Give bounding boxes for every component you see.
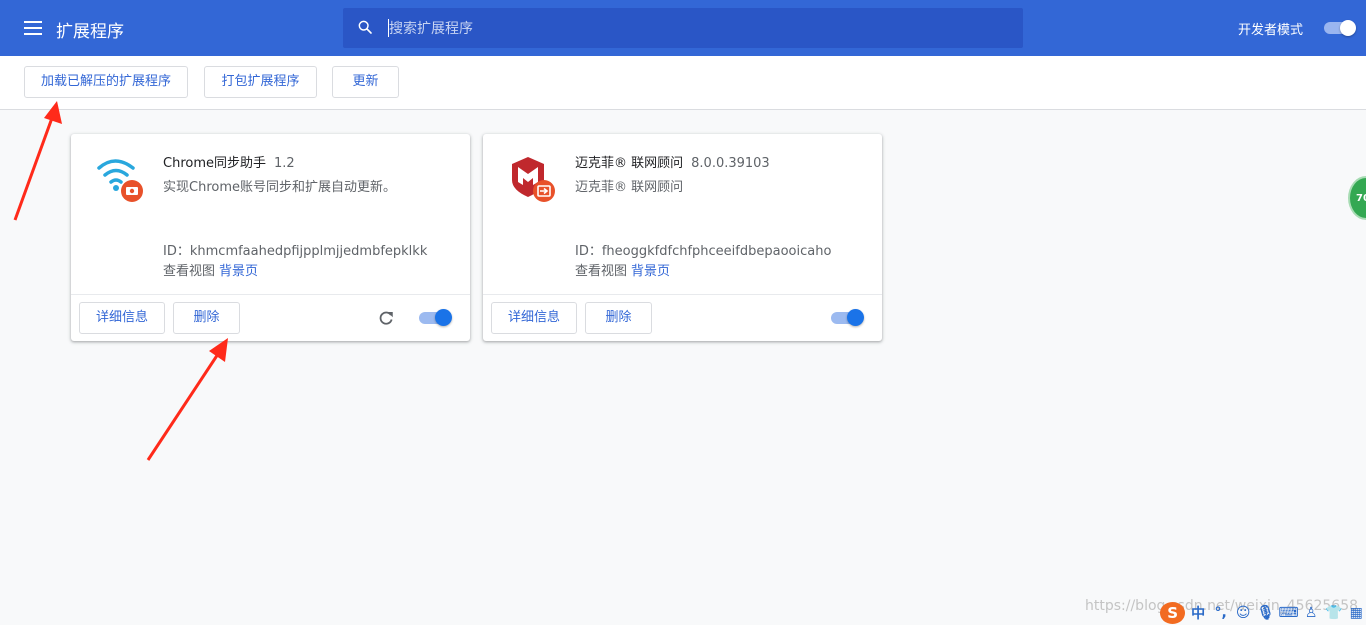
- reload-icon[interactable]: [377, 309, 395, 327]
- top-app-bar: 扩展程序 开发者模式: [0, 0, 1366, 56]
- card-divider: [71, 294, 470, 295]
- page-title: 扩展程序: [56, 22, 124, 42]
- update-button[interactable]: 更新: [332, 66, 399, 98]
- search-input[interactable]: [387, 8, 1011, 50]
- arrow-to-load-unpacked: [13, 101, 62, 221]
- wifi-sync-icon: [97, 159, 143, 202]
- details-button[interactable]: 详细信息: [491, 302, 577, 334]
- sogou-logo-icon[interactable]: S: [1160, 601, 1186, 624]
- developer-mode-toggle[interactable]: [1322, 20, 1356, 36]
- inspect-views: 查看视图 背景页: [163, 264, 259, 279]
- ime-toolbar: S 中 °, ☺ 🎙 ⌨ ♙ 👕 ▦: [1160, 600, 1366, 625]
- inspect-views: 查看视图 背景页: [575, 264, 671, 279]
- extension-id: ID：fheoggkfdfchfphceeifdbepaooicaho: [575, 244, 832, 259]
- details-button[interactable]: 详细信息: [79, 302, 165, 334]
- load-unpacked-button[interactable]: 加载已解压的扩展程序: [24, 66, 188, 98]
- keyboard-icon[interactable]: ⌨: [1278, 603, 1298, 623]
- extension-id: ID：khmcmfaahedpfijpplmjjedmbfepklkk: [163, 244, 428, 259]
- extension-version: 8.0.0.39103: [691, 156, 770, 171]
- menu-icon[interactable]: [24, 18, 42, 38]
- chinese-mode-icon[interactable]: 中: [1188, 603, 1208, 623]
- microphone-icon[interactable]: 🎙: [1256, 603, 1276, 623]
- extension-name: 迈克菲® 联网顾问 8.0.0.39103: [575, 156, 770, 171]
- remove-button[interactable]: 删除: [173, 302, 240, 334]
- enable-toggle[interactable]: [831, 309, 865, 327]
- extension-card: Chrome同步助手 1.2 实现Chrome账号同步和扩展自动更新。 ID：kh…: [71, 134, 470, 341]
- extension-card: 迈克菲® 联网顾问 8.0.0.39103 迈克菲® 联网顾问 ID：fheogg…: [483, 134, 882, 341]
- developer-mode-label: 开发者模式: [1238, 23, 1304, 38]
- pack-extension-button[interactable]: 打包扩展程序: [204, 66, 317, 98]
- skin-icon[interactable]: 👕: [1324, 603, 1344, 623]
- search-box[interactable]: [343, 8, 1023, 50]
- user-icon[interactable]: ♙: [1301, 603, 1321, 623]
- punctuation-icon[interactable]: °,: [1211, 603, 1231, 623]
- emoji-icon[interactable]: ☺: [1233, 603, 1253, 623]
- card-divider: [483, 294, 882, 295]
- toolbox-icon[interactable]: ▦: [1346, 603, 1366, 623]
- extension-description: 实现Chrome账号同步和扩展自动更新。: [163, 180, 396, 195]
- extension-description: 迈克菲® 联网顾问: [575, 180, 684, 195]
- background-page-link[interactable]: 背景页: [631, 264, 670, 279]
- enable-toggle[interactable]: [419, 309, 453, 327]
- background-page-link[interactable]: 背景页: [219, 264, 258, 279]
- text-cursor: [388, 19, 389, 37]
- developer-toolbar: 加载已解压的扩展程序 打包扩展程序 更新: [0, 56, 1366, 110]
- search-icon: [358, 20, 372, 34]
- floating-speed-widget[interactable]: 70: [1348, 176, 1366, 220]
- mcafee-shield-icon: [512, 157, 555, 202]
- extension-name: Chrome同步助手 1.2: [163, 156, 295, 171]
- extension-version: 1.2: [274, 156, 295, 171]
- arrow-to-remove: [146, 338, 228, 461]
- remove-button[interactable]: 删除: [585, 302, 652, 334]
